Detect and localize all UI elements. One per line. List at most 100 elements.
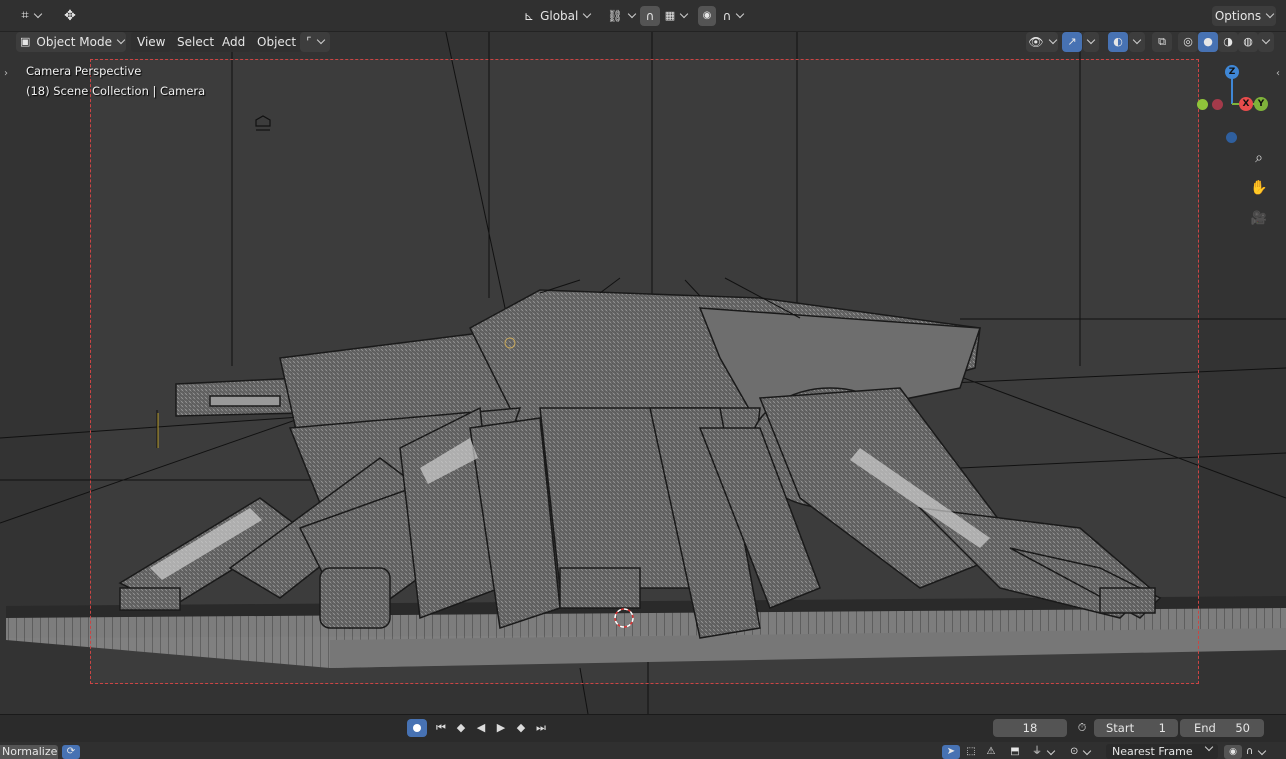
toolbar-expand-icon[interactable]: › — [4, 68, 14, 82]
end-value: 50 — [1235, 721, 1250, 735]
object-mode-icon: ▣ — [20, 35, 31, 48]
select-tool-button[interactable]: ✥ — [58, 6, 82, 26]
gizmo-neg-y[interactable] — [1197, 99, 1208, 110]
xray-icon: ⧉ — [1158, 35, 1166, 48]
gizmo-neg-z[interactable] — [1226, 132, 1237, 143]
magnet-icon: ∩ — [645, 9, 655, 23]
shading-solid-button[interactable]: ● — [1198, 32, 1218, 52]
link-icon: ⛓ — [607, 9, 623, 23]
pivot-icon: ⊙ — [1070, 746, 1079, 757]
transform-orientation-label: Global — [540, 9, 579, 23]
editor-type-icon: ⌗ — [21, 8, 29, 23]
play-reverse-button[interactable]: ◀ — [471, 719, 491, 737]
solid-sphere-icon: ● — [1203, 35, 1213, 48]
ghost-curves-button[interactable]: ⬒ — [1006, 745, 1024, 759]
end-frame-field[interactable]: End 50 — [1180, 719, 1264, 737]
prev-keyframe-icon: ◆ — [456, 721, 466, 734]
shading-rendered-button[interactable]: ◍ — [1238, 32, 1258, 52]
gizmo-icon: ↗ — [1067, 35, 1077, 48]
current-frame-field[interactable]: 18 — [993, 719, 1067, 737]
graph-falloff-dropdown[interactable]: ∩ — [1246, 745, 1276, 759]
overlays-toggle[interactable]: ◐ — [1108, 32, 1128, 52]
orientation-icon: ⊾ — [524, 9, 535, 23]
play-button[interactable]: ▶ — [491, 719, 511, 737]
gizmo-z-axis[interactable]: Z — [1225, 65, 1239, 79]
menu-add[interactable]: Add — [216, 32, 252, 52]
shading-dropdown[interactable] — [1258, 32, 1274, 52]
shading-wireframe-button[interactable]: ◎ — [1178, 32, 1198, 52]
viewport-collection-label: (18) Scene Collection | Camera — [26, 84, 206, 98]
box-select-toggle[interactable]: ⬚ — [962, 745, 980, 759]
xray-toggle[interactable]: ⧉ — [1152, 32, 1172, 52]
zoom-icon[interactable]: ⌕ — [1249, 150, 1269, 170]
proportional-edit-toggle[interactable]: ◉ — [698, 6, 716, 26]
pan-hand-icon[interactable]: ✋ — [1249, 180, 1269, 200]
sidebar-expand-icon[interactable]: ‹ — [1276, 68, 1286, 82]
3d-viewport[interactable] — [0, 28, 1286, 714]
viewport-perspective-label: Camera Perspective — [26, 64, 142, 78]
proportional-icon: ◉ — [702, 10, 712, 21]
snap-mode-dropdown[interactable]: Nearest Frame — [1106, 742, 1218, 759]
select-tool-toggle[interactable]: ➤ — [942, 745, 960, 759]
record-icon — [413, 724, 421, 732]
preview-range-toggle[interactable]: ⏱ — [1072, 719, 1092, 737]
visibility-dropdown[interactable]: 👁 — [1026, 32, 1058, 52]
menu-view[interactable]: View — [131, 32, 172, 52]
start-frame-field[interactable]: Start 1 — [1094, 719, 1178, 737]
gizmo-dropdown[interactable] — [1083, 32, 1099, 52]
proportional-dot-icon: ◉ — [1229, 747, 1237, 757]
auto-keying-toggle[interactable] — [407, 719, 427, 737]
jump-end-button[interactable]: ⏭ — [531, 719, 551, 737]
pivot-dropdown[interactable]: ⛓ — [606, 6, 636, 26]
proportional-edit-graph-toggle[interactable]: ◉ — [1224, 745, 1242, 759]
next-keyframe-icon: ◆ — [516, 721, 526, 734]
falloff-dropdown[interactable]: ∩ — [718, 6, 748, 26]
blender-window: ⌗ ✥ ⊾ Global ⛓ ∩ ▦ ◉ ∩ Options ▣ Object … — [0, 0, 1286, 759]
tool-header: ⌗ ✥ ⊾ Global ⛓ ∩ ▦ ◉ ∩ Options — [0, 0, 1286, 32]
options-dropdown[interactable]: Options — [1212, 6, 1276, 26]
normalize-toggle[interactable]: Normalize — [0, 745, 58, 759]
snap-target-dropdown[interactable]: ▦ — [662, 6, 690, 26]
start-label: Start — [1106, 721, 1135, 735]
menu-select[interactable]: Select — [171, 32, 221, 52]
material-sphere-icon: ◑ — [1223, 35, 1233, 48]
pivot-point-dropdown[interactable]: ⊙ — [1070, 745, 1100, 759]
gizmo-y-axis[interactable]: Y — [1254, 97, 1268, 111]
falloff-curve-icon: ∩ — [722, 9, 732, 23]
gizmo-toggle[interactable]: ↗ — [1062, 32, 1082, 52]
rendered-sphere-icon: ◍ — [1243, 35, 1253, 48]
refresh-icon: ⟳ — [66, 746, 76, 757]
normalize-refresh-button[interactable]: ⟳ — [62, 745, 80, 759]
warning-toggle[interactable]: ⚠ — [982, 745, 1000, 759]
jump-start-button[interactable]: ⏮ — [431, 719, 451, 737]
transform-affect-dropdown[interactable]: ⌜ — [300, 32, 330, 52]
jump-end-icon: ⏭ — [536, 721, 546, 734]
graph-falloff-icon: ∩ — [1246, 746, 1254, 757]
start-value: 1 — [1158, 721, 1166, 735]
shading-material-button[interactable]: ◑ — [1218, 32, 1238, 52]
prev-keyframe-button[interactable]: ◆ — [451, 719, 471, 737]
filter-dropdown[interactable]: ⏚ — [1032, 745, 1062, 759]
transform-orientation-dropdown[interactable]: ⊾ Global — [520, 6, 598, 26]
graph-editor-header: Normalize ⟳ ➤ ⬚ ⚠ ⬒ ⏚ ⊙ Nearest Frame ◉ … — [0, 742, 1286, 759]
overlays-dropdown[interactable] — [1129, 32, 1145, 52]
jump-start-icon: ⏮ — [436, 721, 446, 734]
snap-mode-label: Nearest Frame — [1112, 745, 1193, 758]
snap-toggle[interactable]: ∩ — [640, 6, 660, 26]
menu-object[interactable]: Object — [251, 32, 303, 52]
mode-dropdown[interactable]: ▣ Object Mode — [16, 32, 126, 52]
gizmo-x-axis[interactable]: X — [1239, 97, 1253, 111]
transform-icon: ⌜ — [306, 35, 312, 48]
stopwatch-icon: ⏱ — [1077, 721, 1087, 734]
camera-view-icon[interactable]: 🎥 — [1249, 211, 1269, 231]
wireframe-sphere-icon: ◎ — [1183, 35, 1193, 48]
options-label: Options — [1214, 9, 1262, 23]
gizmo-neg-x[interactable] — [1212, 99, 1223, 110]
navigation-gizmo[interactable]: Z X Y — [1195, 62, 1275, 143]
next-keyframe-button[interactable]: ◆ — [511, 719, 531, 737]
box-select-icon: ⬚ — [966, 746, 976, 757]
warning-icon: ⚠ — [986, 746, 996, 757]
mode-label: Object Mode — [36, 35, 112, 49]
editor-type-dropdown[interactable]: ⌗ — [16, 6, 46, 26]
eye-icon: 👁 — [1028, 35, 1044, 49]
